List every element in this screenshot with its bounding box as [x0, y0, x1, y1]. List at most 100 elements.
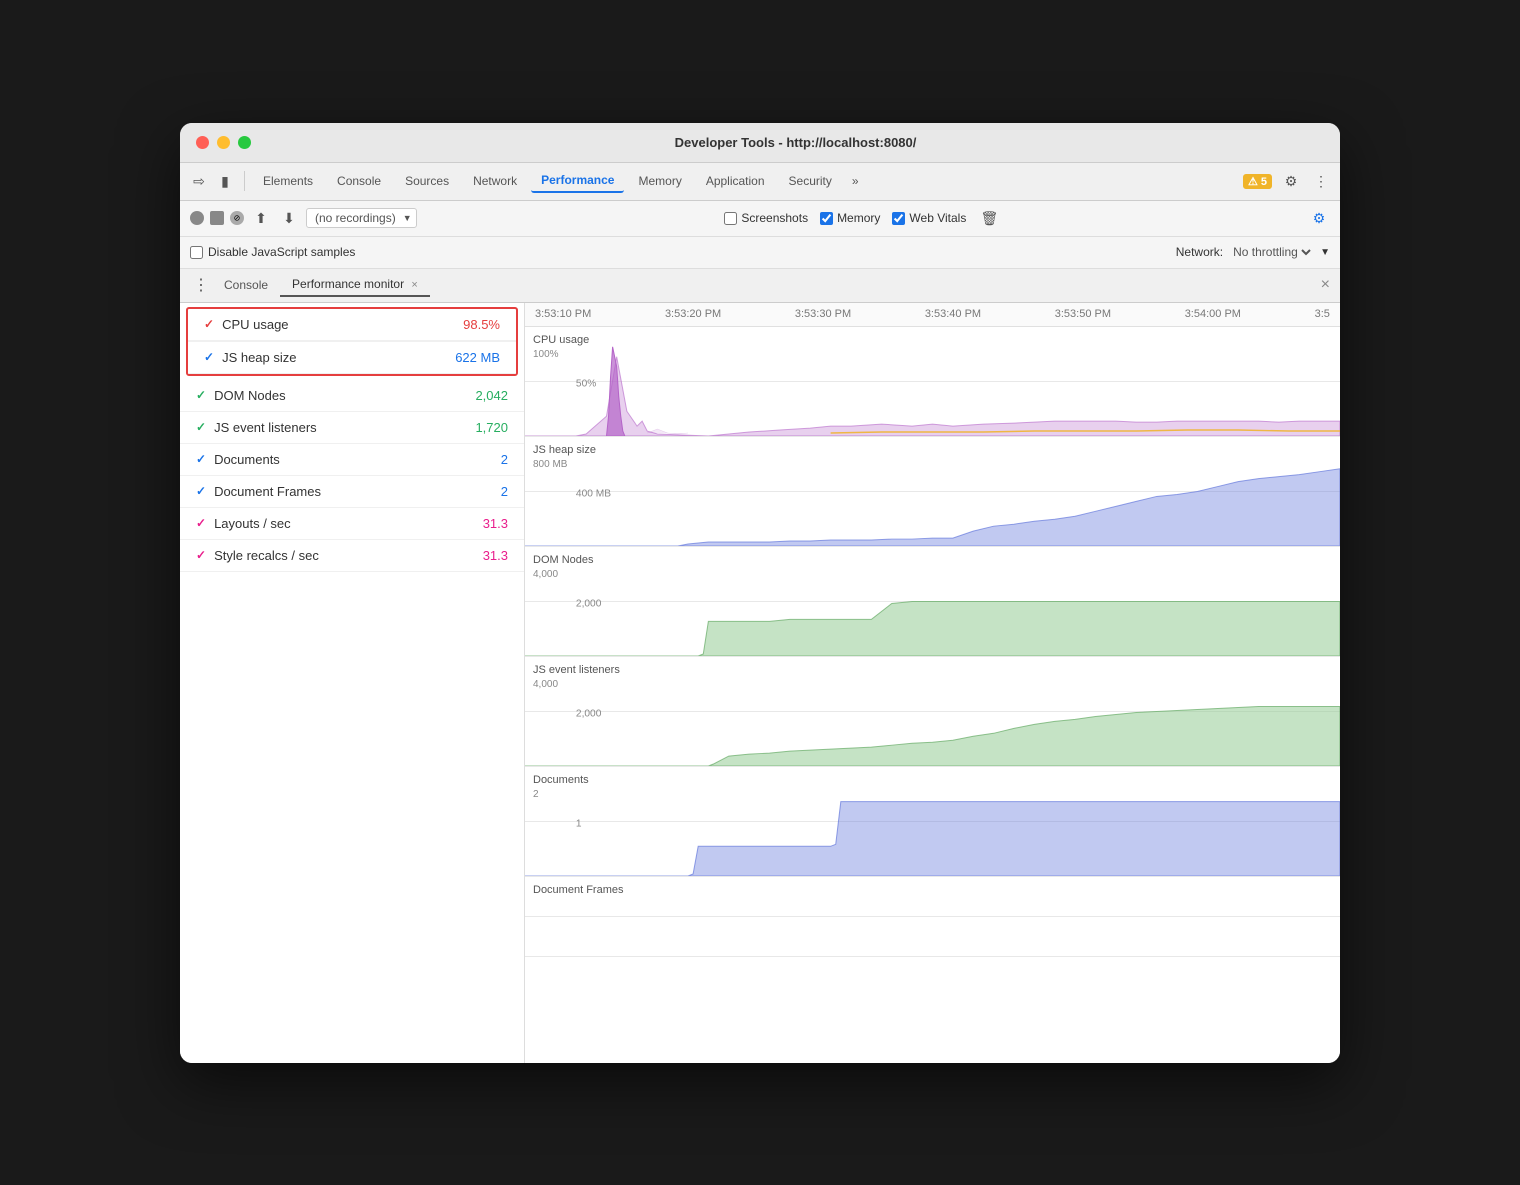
tabs-bar: ⋮ Console Performance monitor × ×	[180, 269, 1340, 303]
title-bar: Developer Tools - http://localhost:8080/	[180, 123, 1340, 163]
main-toolbar: ⇨ ▮ Elements Console Sources Network Per…	[180, 163, 1340, 201]
time-label-6: 3:5	[1315, 308, 1330, 320]
metric-layouts[interactable]: ✓ Layouts / sec 31.3	[180, 508, 524, 540]
time-label-0: 3:53:10 PM	[535, 308, 591, 320]
svg-text:50%: 50%	[576, 378, 596, 389]
docs-metric-name: Documents	[214, 452, 501, 467]
disable-js-label[interactable]: Disable JavaScript samples	[190, 245, 355, 259]
metric-style[interactable]: ✓ Style recalcs / sec 31.3	[180, 540, 524, 572]
settings-icon[interactable]: ⚙	[1280, 170, 1302, 192]
dom-check-icon: ✓	[196, 388, 206, 402]
panel-menu-button[interactable]: ⋮	[190, 274, 212, 296]
docs-chart: Documents 2 1	[525, 767, 1340, 877]
metric-heap[interactable]: ✓ JS heap size 622 MB	[188, 341, 516, 374]
tab-security[interactable]: Security	[779, 170, 842, 192]
web-vitals-checkbox-label[interactable]: Web Vitals	[892, 211, 966, 225]
more-tabs-button[interactable]: »	[846, 172, 865, 190]
svg-text:400 MB: 400 MB	[576, 488, 611, 499]
time-label-3: 3:53:40 PM	[925, 308, 981, 320]
frames-metric-name: Document Frames	[214, 484, 501, 499]
cpu-chart-label: CPU usage 100%	[533, 333, 589, 362]
delete-recordings-icon[interactable]: 🗑	[978, 207, 1000, 229]
panel-close-button[interactable]: ×	[1321, 277, 1330, 293]
tab-sources[interactable]: Sources	[395, 170, 459, 192]
metric-cpu[interactable]: ✓ CPU usage 98.5%	[188, 309, 516, 341]
tab-console-panel[interactable]: Console	[212, 274, 280, 296]
maximize-window-button[interactable]	[238, 136, 251, 149]
upload-icon[interactable]: ⬆	[250, 207, 272, 229]
warning-badge: ⚠ 5	[1243, 174, 1272, 189]
frames-chart: Document Frames	[525, 877, 1340, 957]
cpu-check-icon: ✓	[204, 317, 214, 331]
screenshots-checkbox[interactable]	[724, 212, 737, 225]
events-check-icon: ✓	[196, 420, 206, 434]
reload-button[interactable]	[210, 211, 224, 225]
style-metric-value: 31.3	[483, 548, 508, 563]
memory-checkbox-label[interactable]: Memory	[820, 211, 880, 225]
performance-settings-icon[interactable]: ⚙	[1308, 207, 1330, 229]
disable-js-checkbox[interactable]	[190, 246, 203, 259]
metric-dom[interactable]: ✓ DOM Nodes 2,042	[180, 380, 524, 412]
tab-console[interactable]: Console	[327, 170, 391, 192]
metric-frames[interactable]: ✓ Document Frames 2	[180, 476, 524, 508]
network-throttle-section: Network: No throttling ▼	[1176, 244, 1330, 260]
recording-bar: ⊘ ⬆ ⬇ (no recordings) ▼ Screenshots Memo…	[180, 201, 1340, 237]
time-label-1: 3:53:20 PM	[665, 308, 721, 320]
window-controls	[196, 136, 251, 149]
main-content: ✓ CPU usage 98.5% ✓ JS heap size 622 MB …	[180, 303, 1340, 1063]
chart-area: 3:53:10 PM 3:53:20 PM 3:53:30 PM 3:53:40…	[525, 303, 1340, 1063]
charts-scroll[interactable]: CPU usage 100% 50%	[525, 327, 1340, 1063]
tab-network[interactable]: Network	[463, 170, 527, 192]
cpu-chart: CPU usage 100% 50%	[525, 327, 1340, 437]
docs-metric-value: 2	[501, 452, 508, 467]
screenshots-checkbox-label[interactable]: Screenshots	[724, 211, 808, 225]
tab-memory[interactable]: Memory	[628, 170, 691, 192]
device-icon[interactable]: ▮	[214, 170, 236, 192]
throttle-chevron-icon: ▼	[1320, 247, 1330, 258]
tab-application[interactable]: Application	[696, 170, 775, 192]
filter-bar: Disable JavaScript samples Network: No t…	[180, 237, 1340, 269]
dom-chart: DOM Nodes 4,000 2,000	[525, 547, 1340, 657]
minimize-window-button[interactable]	[217, 136, 230, 149]
frames-metric-value: 2	[501, 484, 508, 499]
dom-metric-name: DOM Nodes	[214, 388, 475, 403]
toolbar-separator	[244, 171, 245, 191]
recording-options: Screenshots Memory Web Vitals 🗑	[724, 207, 1000, 229]
events-metric-value: 1,720	[475, 420, 508, 435]
dom-metric-value: 2,042	[475, 388, 508, 403]
throttle-select[interactable]: No throttling	[1229, 244, 1314, 260]
time-label-2: 3:53:30 PM	[795, 308, 851, 320]
metric-events[interactable]: ✓ JS event listeners 1,720	[180, 412, 524, 444]
stop-button[interactable]: ⊘	[230, 211, 244, 225]
cursor-icon[interactable]: ⇨	[188, 170, 210, 192]
download-icon[interactable]: ⬇	[278, 207, 300, 229]
events-chart: JS event listeners 4,000 2,000	[525, 657, 1340, 767]
recordings-dropdown[interactable]: (no recordings) ▼	[306, 208, 417, 228]
dom-chart-label: DOM Nodes 4,000	[533, 553, 594, 582]
layouts-metric-name: Layouts / sec	[214, 516, 483, 531]
tab-elements[interactable]: Elements	[253, 170, 323, 192]
metrics-sidebar: ✓ CPU usage 98.5% ✓ JS heap size 622 MB …	[180, 303, 525, 1063]
close-window-button[interactable]	[196, 136, 209, 149]
tab-close-button[interactable]: ×	[411, 279, 417, 291]
tab-performance-monitor[interactable]: Performance monitor ×	[280, 273, 430, 297]
record-button[interactable]	[190, 211, 204, 225]
tab-performance[interactable]: Performance	[531, 169, 624, 193]
more-options-icon[interactable]: ⋮	[1310, 170, 1332, 192]
web-vitals-checkbox[interactable]	[892, 212, 905, 225]
devtools-window: Developer Tools - http://localhost:8080/…	[180, 123, 1340, 1063]
docs-chart-label: Documents 2	[533, 773, 589, 802]
svg-text:2,000: 2,000	[576, 708, 602, 719]
metric-docs[interactable]: ✓ Documents 2	[180, 444, 524, 476]
heap-check-icon: ✓	[204, 350, 214, 364]
docs-check-icon: ✓	[196, 452, 206, 466]
memory-checkbox[interactable]	[820, 212, 833, 225]
time-label-5: 3:54:00 PM	[1185, 308, 1241, 320]
heap-chart: JS heap size 800 MB 400 MB	[525, 437, 1340, 547]
heap-metric-value: 622 MB	[455, 350, 500, 365]
cpu-metric-name: CPU usage	[222, 317, 463, 332]
style-metric-name: Style recalcs / sec	[214, 548, 483, 563]
time-ruler: 3:53:10 PM 3:53:20 PM 3:53:30 PM 3:53:40…	[525, 303, 1340, 327]
time-labels: 3:53:10 PM 3:53:20 PM 3:53:30 PM 3:53:40…	[535, 308, 1330, 320]
frames-chart-label: Document Frames	[533, 883, 623, 898]
